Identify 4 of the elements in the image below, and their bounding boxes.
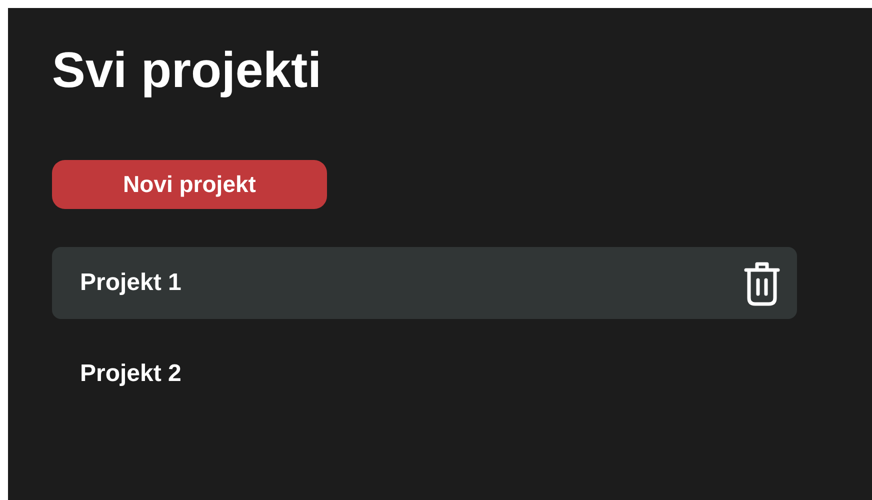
new-project-button[interactable]: Novi projekt — [52, 160, 327, 209]
project-item[interactable]: Projekt 1 — [52, 247, 797, 319]
page-title: Svi projekti — [52, 41, 322, 100]
project-item[interactable]: Projekt 2 — [52, 338, 797, 410]
